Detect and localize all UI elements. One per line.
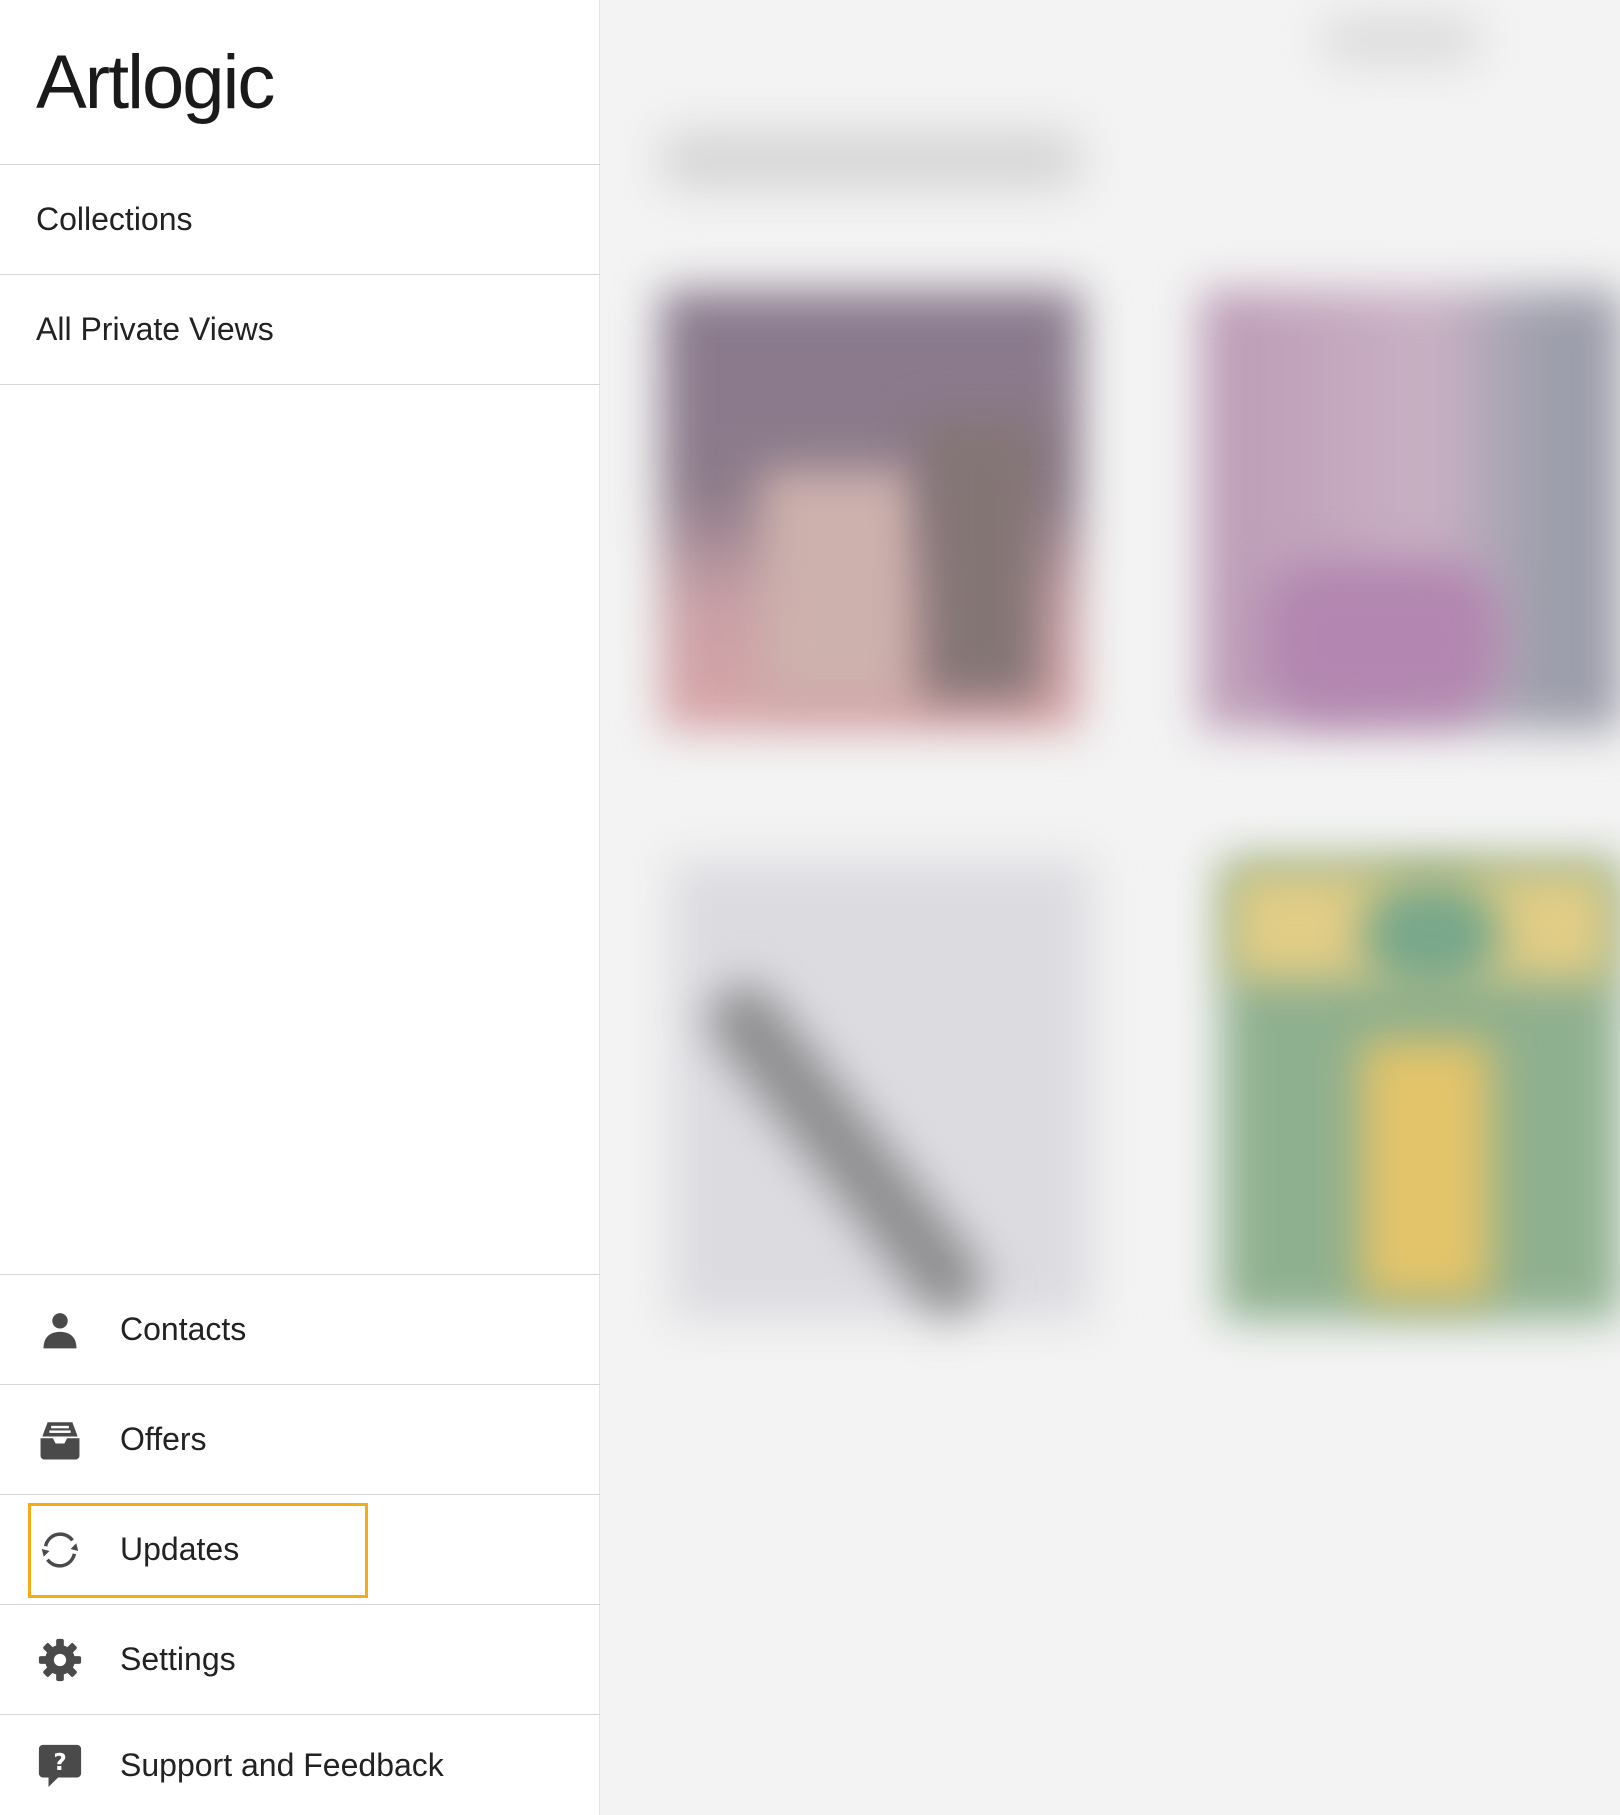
nav-item-support-and-feedback[interactable]: ? Support and Feedback	[0, 1715, 600, 1815]
svg-text:?: ?	[53, 1750, 66, 1776]
inbox-tray-icon	[36, 1416, 84, 1464]
blurred-header-element	[1321, 15, 1481, 65]
nav-item-label: Collections	[36, 201, 193, 237]
nav-item-updates[interactable]: Updates	[0, 1495, 600, 1605]
help-chat-icon: ?	[36, 1741, 84, 1789]
blurred-background-content	[601, 0, 1620, 1815]
nav-item-label: All Private Views	[36, 311, 274, 347]
blurred-artwork-detail	[761, 470, 921, 700]
blurred-artwork-detail	[1361, 880, 1501, 990]
person-icon	[36, 1306, 84, 1354]
nav-item-label: Contacts	[120, 1311, 247, 1347]
nav-item-offers[interactable]: Offers	[0, 1385, 600, 1495]
sync-icon	[36, 1526, 84, 1574]
nav-item-label: Settings	[120, 1641, 236, 1677]
blurred-title	[661, 130, 1081, 190]
logo-text: Artlogic	[36, 40, 275, 125]
nav-item-contacts[interactable]: Contacts	[0, 1275, 600, 1385]
nav-item-settings[interactable]: Settings	[0, 1605, 600, 1715]
side-navigation-drawer: Artlogic Collections All Private Views C…	[0, 0, 600, 1815]
nav-item-all-private-views[interactable]: All Private Views	[0, 275, 600, 385]
blurred-artwork-detail	[1361, 1040, 1491, 1300]
nav-item-label: Support and Feedback	[120, 1746, 444, 1783]
gear-icon	[36, 1636, 84, 1684]
nav-item-collections[interactable]: Collections	[0, 165, 600, 275]
blurred-artwork-detail	[921, 420, 1041, 700]
nav-item-label: Offers	[120, 1421, 207, 1457]
artlogic-logo: Artlogic	[36, 38, 275, 128]
blurred-artwork-detail	[1261, 560, 1501, 720]
nav-item-label: Updates	[120, 1531, 240, 1567]
